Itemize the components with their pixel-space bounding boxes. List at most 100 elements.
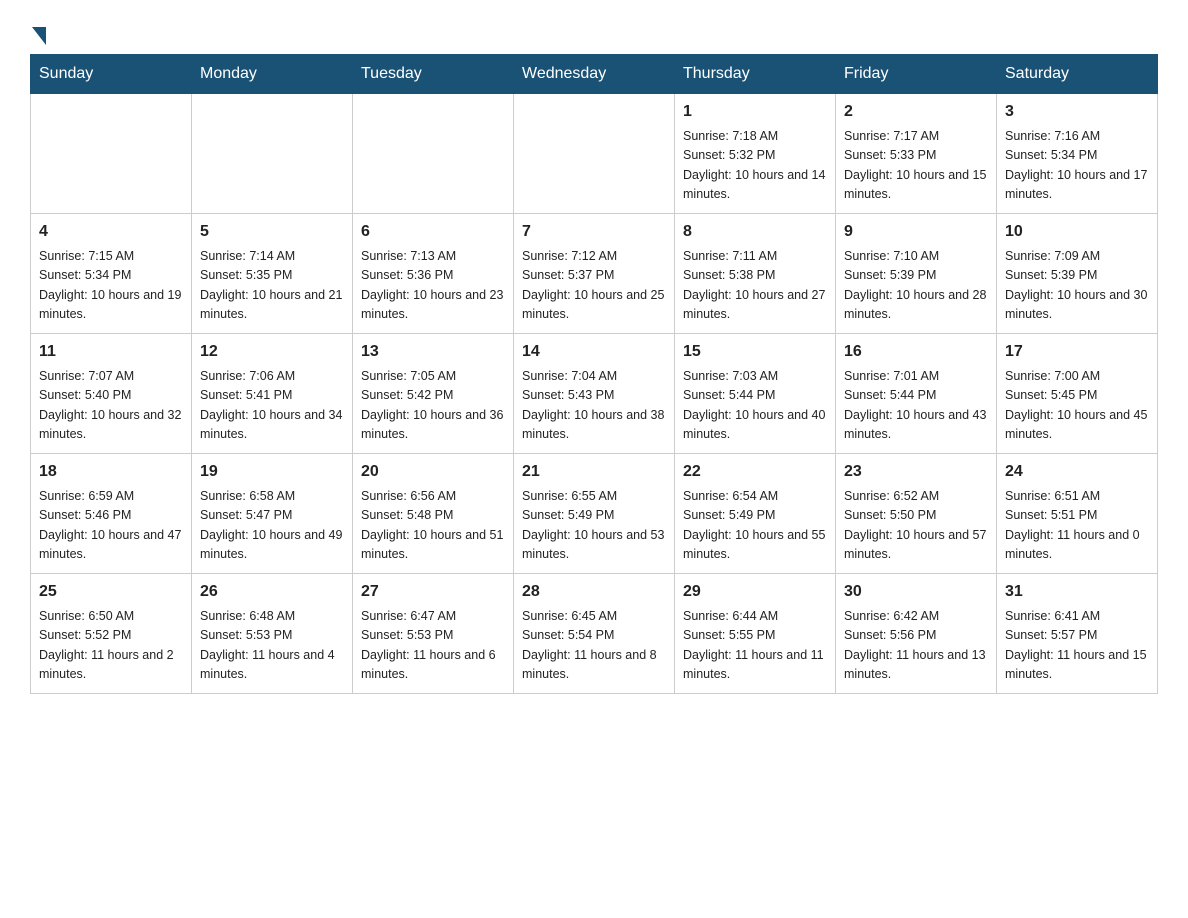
day-number: 20 [361, 460, 505, 484]
day-number: 5 [200, 220, 344, 244]
calendar-cell: 13 Sunrise: 7:05 AMSunset: 5:42 PMDayligh… [353, 334, 514, 454]
calendar-cell [514, 94, 675, 214]
calendar-cell: 22 Sunrise: 6:54 AMSunset: 5:49 PMDayligh… [675, 454, 836, 574]
calendar-cell: 26 Sunrise: 6:48 AMSunset: 5:53 PMDayligh… [192, 574, 353, 694]
calendar-header-row: SundayMondayTuesdayWednesdayThursdayFrid… [31, 55, 1158, 94]
calendar-cell: 31Sunrise: 6:41 AMSunset: 5:57 PMDayligh… [997, 574, 1158, 694]
day-number: 13 [361, 340, 505, 364]
day-number: 3 [1005, 100, 1149, 124]
week-row-1: 1 Sunrise: 7:18 AMSunset: 5:32 PMDaylight… [31, 94, 1158, 214]
calendar-cell: 21Sunrise: 6:55 AMSunset: 5:49 PMDayligh… [514, 454, 675, 574]
logo [30, 20, 48, 44]
day-number: 26 [200, 580, 344, 604]
calendar-cell: 8 Sunrise: 7:11 AMSunset: 5:38 PMDaylight… [675, 214, 836, 334]
day-number: 30 [844, 580, 988, 604]
day-number: 27 [361, 580, 505, 604]
calendar-cell: 7Sunrise: 7:12 AMSunset: 5:37 PMDaylight… [514, 214, 675, 334]
day-info: Sunrise: 7:00 AMSunset: 5:45 PMDaylight:… [1005, 367, 1149, 445]
day-number: 23 [844, 460, 988, 484]
day-info: Sunrise: 7:12 AMSunset: 5:37 PMDaylight:… [522, 247, 666, 325]
day-info: Sunrise: 7:11 AMSunset: 5:38 PMDaylight:… [683, 247, 827, 325]
week-row-3: 11 Sunrise: 7:07 AMSunset: 5:40 PMDayligh… [31, 334, 1158, 454]
day-info: Sunrise: 7:04 AMSunset: 5:43 PMDaylight:… [522, 367, 666, 445]
day-info: Sunrise: 7:09 AMSunset: 5:39 PMDaylight:… [1005, 247, 1149, 325]
day-number: 2 [844, 100, 988, 124]
calendar-cell: 27 Sunrise: 6:47 AMSunset: 5:53 PMDayligh… [353, 574, 514, 694]
day-number: 17 [1005, 340, 1149, 364]
day-number: 22 [683, 460, 827, 484]
header-thursday: Thursday [675, 55, 836, 94]
calendar-cell [192, 94, 353, 214]
day-number: 14 [522, 340, 666, 364]
day-number: 21 [522, 460, 666, 484]
day-info: Sunrise: 6:44 AMSunset: 5:55 PMDaylight:… [683, 607, 827, 685]
day-number: 12 [200, 340, 344, 364]
header-saturday: Saturday [997, 55, 1158, 94]
day-info: Sunrise: 6:51 AMSunset: 5:51 PMDaylight:… [1005, 487, 1149, 565]
day-info: Sunrise: 7:16 AMSunset: 5:34 PMDaylight:… [1005, 127, 1149, 205]
day-number: 19 [200, 460, 344, 484]
header-sunday: Sunday [31, 55, 192, 94]
day-info: Sunrise: 6:42 AMSunset: 5:56 PMDaylight:… [844, 607, 988, 685]
calendar-cell [353, 94, 514, 214]
day-info: Sunrise: 6:52 AMSunset: 5:50 PMDaylight:… [844, 487, 988, 565]
calendar-cell: 6Sunrise: 7:13 AMSunset: 5:36 PMDaylight… [353, 214, 514, 334]
calendar-cell: 3 Sunrise: 7:16 AMSunset: 5:34 PMDaylight… [997, 94, 1158, 214]
calendar-cell: 18 Sunrise: 6:59 AMSunset: 5:46 PMDayligh… [31, 454, 192, 574]
day-info: Sunrise: 6:59 AMSunset: 5:46 PMDaylight:… [39, 487, 183, 565]
day-number: 24 [1005, 460, 1149, 484]
day-number: 29 [683, 580, 827, 604]
day-info: Sunrise: 7:01 AMSunset: 5:44 PMDaylight:… [844, 367, 988, 445]
day-number: 8 [683, 220, 827, 244]
day-info: Sunrise: 7:15 AMSunset: 5:34 PMDaylight:… [39, 247, 183, 325]
day-info: Sunrise: 7:06 AMSunset: 5:41 PMDaylight:… [200, 367, 344, 445]
calendar-cell: 5 Sunrise: 7:14 AMSunset: 5:35 PMDaylight… [192, 214, 353, 334]
calendar-cell: 19 Sunrise: 6:58 AMSunset: 5:47 PMDayligh… [192, 454, 353, 574]
day-number: 10 [1005, 220, 1149, 244]
day-number: 16 [844, 340, 988, 364]
day-info: Sunrise: 7:18 AMSunset: 5:32 PMDaylight:… [683, 127, 827, 205]
day-info: Sunrise: 6:50 AMSunset: 5:52 PMDaylight:… [39, 607, 183, 685]
calendar-cell: 4 Sunrise: 7:15 AMSunset: 5:34 PMDaylight… [31, 214, 192, 334]
day-info: Sunrise: 6:58 AMSunset: 5:47 PMDaylight:… [200, 487, 344, 565]
day-number: 9 [844, 220, 988, 244]
day-number: 11 [39, 340, 183, 364]
calendar-cell: 25 Sunrise: 6:50 AMSunset: 5:52 PMDayligh… [31, 574, 192, 694]
day-info: Sunrise: 6:54 AMSunset: 5:49 PMDaylight:… [683, 487, 827, 565]
day-info: Sunrise: 6:47 AMSunset: 5:53 PMDaylight:… [361, 607, 505, 685]
day-info: Sunrise: 6:48 AMSunset: 5:53 PMDaylight:… [200, 607, 344, 685]
week-row-2: 4 Sunrise: 7:15 AMSunset: 5:34 PMDaylight… [31, 214, 1158, 334]
calendar-table: SundayMondayTuesdayWednesdayThursdayFrid… [30, 54, 1158, 694]
day-info: Sunrise: 6:45 AMSunset: 5:54 PMDaylight:… [522, 607, 666, 685]
calendar-cell: 12 Sunrise: 7:06 AMSunset: 5:41 PMDayligh… [192, 334, 353, 454]
day-info: Sunrise: 7:14 AMSunset: 5:35 PMDaylight:… [200, 247, 344, 325]
day-number: 25 [39, 580, 183, 604]
calendar-cell [31, 94, 192, 214]
day-info: Sunrise: 7:03 AMSunset: 5:44 PMDaylight:… [683, 367, 827, 445]
day-info: Sunrise: 7:17 AMSunset: 5:33 PMDaylight:… [844, 127, 988, 205]
calendar-cell: 9 Sunrise: 7:10 AMSunset: 5:39 PMDaylight… [836, 214, 997, 334]
header-monday: Monday [192, 55, 353, 94]
day-info: Sunrise: 6:56 AMSunset: 5:48 PMDaylight:… [361, 487, 505, 565]
day-info: Sunrise: 7:10 AMSunset: 5:39 PMDaylight:… [844, 247, 988, 325]
calendar-cell: 2 Sunrise: 7:17 AMSunset: 5:33 PMDaylight… [836, 94, 997, 214]
day-number: 15 [683, 340, 827, 364]
calendar-cell: 23 Sunrise: 6:52 AMSunset: 5:50 PMDayligh… [836, 454, 997, 574]
day-info: Sunrise: 7:07 AMSunset: 5:40 PMDaylight:… [39, 367, 183, 445]
header-wednesday: Wednesday [514, 55, 675, 94]
calendar-cell: 20 Sunrise: 6:56 AMSunset: 5:48 PMDayligh… [353, 454, 514, 574]
day-number: 1 [683, 100, 827, 124]
logo-triangle-icon [32, 27, 46, 45]
header-friday: Friday [836, 55, 997, 94]
calendar-cell: 24 Sunrise: 6:51 AMSunset: 5:51 PMDayligh… [997, 454, 1158, 574]
header-tuesday: Tuesday [353, 55, 514, 94]
day-number: 18 [39, 460, 183, 484]
day-info: Sunrise: 7:05 AMSunset: 5:42 PMDaylight:… [361, 367, 505, 445]
calendar-cell: 17 Sunrise: 7:00 AMSunset: 5:45 PMDayligh… [997, 334, 1158, 454]
calendar-cell: 11 Sunrise: 7:07 AMSunset: 5:40 PMDayligh… [31, 334, 192, 454]
day-number: 4 [39, 220, 183, 244]
week-row-5: 25 Sunrise: 6:50 AMSunset: 5:52 PMDayligh… [31, 574, 1158, 694]
day-info: Sunrise: 6:41 AMSunset: 5:57 PMDaylight:… [1005, 607, 1149, 685]
calendar-cell: 16 Sunrise: 7:01 AMSunset: 5:44 PMDayligh… [836, 334, 997, 454]
calendar-cell: 30 Sunrise: 6:42 AMSunset: 5:56 PMDayligh… [836, 574, 997, 694]
